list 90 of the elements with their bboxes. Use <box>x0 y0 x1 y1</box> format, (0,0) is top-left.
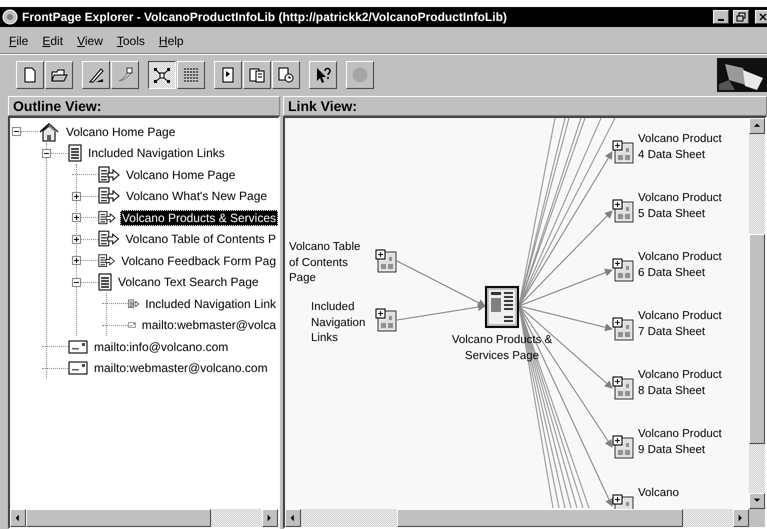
scroll-right-button[interactable] <box>262 509 278 527</box>
collapse-button[interactable] <box>12 127 21 136</box>
link-map-icon <box>153 66 171 84</box>
scroll-up-button[interactable] <box>749 118 765 134</box>
plus-icon <box>73 192 80 200</box>
expand-button[interactable] <box>72 256 81 266</box>
page-group-icon[interactable] <box>612 376 634 400</box>
left-arrow-icon <box>289 513 297 523</box>
pane-title: Outline View: <box>8 96 280 116</box>
expand-button[interactable] <box>72 213 81 222</box>
page-label: Volcano <box>638 486 680 501</box>
scrollbar-corner <box>749 509 765 527</box>
plus-icon <box>73 236 80 243</box>
page-label: Volcano Product 6 Data Sheet <box>638 250 723 280</box>
page-label: Included Navigation Links <box>311 300 366 346</box>
tree-item[interactable]: mailto:info@volcano.com <box>92 338 230 355</box>
page-arrow-icon <box>98 252 116 270</box>
tree-item[interactable]: Included Navigation Link <box>143 296 278 312</box>
page-label: Volcano Product 7 Data Sheet <box>638 309 723 340</box>
horizontal-scrollbar[interactable] <box>10 509 278 527</box>
tree-item[interactable]: Volcano Table of Contents P <box>123 231 278 248</box>
scroll-down-button[interactable] <box>749 493 765 509</box>
minimize-button[interactable] <box>713 10 729 24</box>
page-arrow-icon <box>98 208 116 227</box>
page-clock-icon <box>277 66 295 84</box>
mail-icon <box>68 340 88 354</box>
tree-item[interactable]: mailto:webmaster@volca <box>140 317 278 334</box>
app-icon <box>2 9 18 25</box>
page-label: Volcano Product 8 Data Sheet <box>638 368 723 398</box>
mail-icon <box>68 361 88 376</box>
scroll-right-button[interactable] <box>733 509 749 527</box>
menu-item[interactable]: File <box>9 34 28 48</box>
pages-icon <box>248 66 266 84</box>
collapse-button[interactable] <box>42 148 51 158</box>
window-title: FrontPage Explorer - VolcanoProductInfoLib (http://patrickk2/VolcanoProductInfoLib) <box>22 10 508 24</box>
page-group-icon[interactable] <box>375 249 397 273</box>
page-icon <box>68 144 82 162</box>
page-label: Volcano Product 9 Data Sheet <box>638 427 723 458</box>
menu-item[interactable]: Help <box>158 34 184 48</box>
page-group-icon[interactable] <box>612 435 634 459</box>
plus-icon <box>73 257 80 264</box>
page-label: Volcano Products & Services Page <box>450 333 554 364</box>
tree-item[interactable]: Included Navigation Links <box>86 145 227 162</box>
tree-item[interactable]: Volcano Text Search Page <box>116 274 261 290</box>
close-button[interactable] <box>755 10 767 24</box>
page-group-icon[interactable] <box>612 199 634 223</box>
page-arrow-icon <box>98 187 120 206</box>
restore-icon <box>736 12 746 22</box>
quill-icon <box>87 66 105 84</box>
tree-item[interactable]: Volcano Home Page <box>64 124 178 140</box>
tree-item[interactable]: Volcano Home Page <box>124 166 238 183</box>
page-arrow-icon <box>98 166 120 184</box>
page-group-icon[interactable] <box>612 258 634 282</box>
document-icon[interactable] <box>485 286 519 328</box>
tree-item[interactable]: Volcano What's New Page <box>124 188 270 204</box>
toolbar-button[interactable] <box>148 61 176 89</box>
expand-button[interactable] <box>72 234 81 244</box>
horizontal-scrollbar[interactable] <box>285 509 765 527</box>
menu-item[interactable]: Tools <box>116 34 145 48</box>
restore-button[interactable] <box>733 10 749 24</box>
tree-item[interactable]: Volcano Products & Services <box>120 210 278 226</box>
pane-title: Link View: <box>283 96 767 116</box>
list-icon <box>182 66 200 84</box>
collapse-button[interactable] <box>72 278 81 287</box>
tree-item[interactable]: Volcano Feedback Form Pag <box>119 252 278 269</box>
scroll-thumb[interactable] <box>397 509 683 527</box>
page-arrow-icon <box>98 230 120 248</box>
scroll-left-button[interactable] <box>285 509 301 527</box>
expand-button[interactable] <box>72 192 81 201</box>
page-group-icon[interactable] <box>612 140 634 164</box>
help-pointer-icon <box>314 66 332 84</box>
close-icon <box>759 13 767 21</box>
stop-icon <box>351 66 369 84</box>
left-arrow-icon <box>14 513 22 523</box>
page-label: Volcano Table of Contents Page <box>289 240 362 286</box>
page-label: Volcano Product 4 Data Sheet <box>638 132 723 162</box>
page-label: Volcano Product 5 Data Sheet <box>638 191 723 222</box>
scroll-left-button[interactable] <box>10 509 26 527</box>
plus-icon <box>73 214 80 222</box>
menu-item[interactable]: Edit <box>42 34 64 48</box>
brush-icon <box>116 66 134 84</box>
page-group-icon[interactable] <box>612 317 634 341</box>
logo-icon <box>717 58 767 92</box>
page-icon <box>98 273 112 292</box>
page-group-icon[interactable] <box>375 308 397 332</box>
menu-item[interactable]: View <box>77 34 103 48</box>
tree-item[interactable]: mailto:webmaster@volcano.com <box>92 360 270 376</box>
vertical-scrollbar[interactable] <box>749 118 765 509</box>
scroll-thumb[interactable] <box>26 509 211 527</box>
scroll-thumb[interactable] <box>749 234 765 444</box>
